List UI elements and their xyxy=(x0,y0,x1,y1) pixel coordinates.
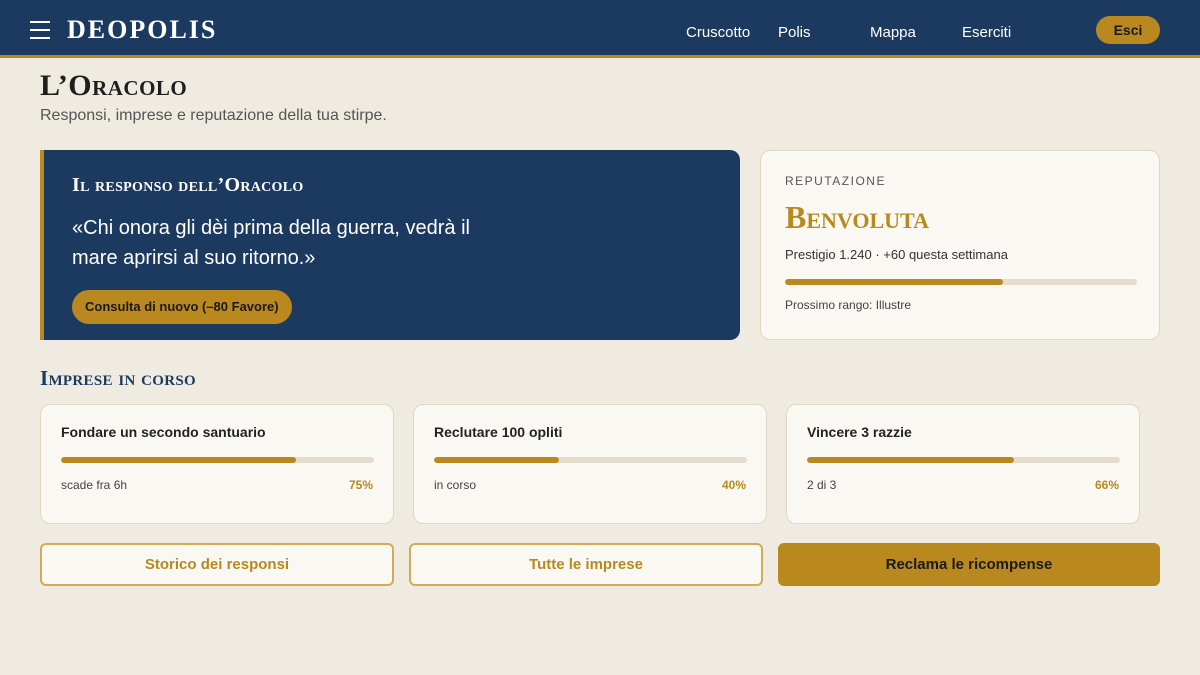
quest-percent: 66% xyxy=(1094,478,1119,492)
consult-again-button[interactable]: Consulta di nuovo (–80 Favore) xyxy=(72,290,292,324)
quest-progress-fill xyxy=(61,457,296,463)
nav-link-cruscotto[interactable]: Cruscotto xyxy=(686,24,750,41)
quest-percent: 75% xyxy=(348,478,373,492)
quest-card[interactable]: Fondare un secondo santuario scade fra 6… xyxy=(40,404,394,524)
brand-logo[interactable]: DEOPOLIS xyxy=(67,15,217,45)
nav-link-eserciti[interactable]: Eserciti xyxy=(962,24,1011,41)
reputation-card: REPUTAZIONE Benvoluta Prestigio 1.240 · … xyxy=(760,150,1160,340)
oracle-heading: Il responso dell’Oracolo xyxy=(72,174,304,196)
quest-progress-fill xyxy=(434,457,560,463)
claim-rewards-button[interactable]: Reclama le ricompense xyxy=(778,543,1160,586)
page-subtitle: Responsi, imprese e reputazione della tu… xyxy=(40,107,387,124)
logout-button[interactable]: Esci xyxy=(1096,16,1160,44)
quest-title: Fondare un secondo santuario xyxy=(61,424,266,440)
nav-link-mappa[interactable]: Mappa xyxy=(870,24,916,41)
oracle-history-button[interactable]: Storico dei responsi xyxy=(40,543,394,586)
quest-progress-bar xyxy=(434,457,747,463)
quest-progress-fill xyxy=(807,457,1014,463)
all-quests-button[interactable]: Tutte le imprese xyxy=(409,543,763,586)
oracle-quote: «Chi onora gli dèi prima della guerra, v… xyxy=(72,217,470,269)
quest-title: Reclutare 100 opliti xyxy=(434,424,563,440)
quests-section-title: Imprese in corso xyxy=(40,366,196,390)
quest-progress-bar xyxy=(61,457,374,463)
quest-progress-bar xyxy=(807,457,1120,463)
top-navbar: DEOPOLIS Cruscotto Polis Mappa Eserciti … xyxy=(0,0,1200,58)
next-rank-text: Prossimo rango: Illustre xyxy=(785,298,912,312)
quest-status: scade fra 6h xyxy=(61,478,128,492)
quest-title: Vincere 3 razzie xyxy=(807,424,912,440)
oracle-response-card: Il responso dell’Oracolo «Chi onora gli … xyxy=(40,150,740,340)
quest-status: 2 di 3 xyxy=(807,478,837,492)
quest-status: in corso xyxy=(434,478,477,492)
page-title: L’Oracolo xyxy=(40,69,188,102)
reputation-label: REPUTAZIONE xyxy=(785,174,886,188)
prestige-text: Prestigio 1.240 · +60 questa settimana xyxy=(785,247,1008,262)
nav-link-polis[interactable]: Polis xyxy=(778,24,811,41)
reputation-progress-fill xyxy=(785,279,1004,285)
reputation-value: Benvoluta xyxy=(785,199,929,235)
quest-percent: 40% xyxy=(721,478,746,492)
menu-icon[interactable] xyxy=(30,21,50,39)
quest-card[interactable]: Reclutare 100 opliti in corso 40% xyxy=(413,404,767,524)
reputation-progress-bar xyxy=(785,279,1137,285)
quest-card[interactable]: Vincere 3 razzie 2 di 3 66% xyxy=(786,404,1140,524)
